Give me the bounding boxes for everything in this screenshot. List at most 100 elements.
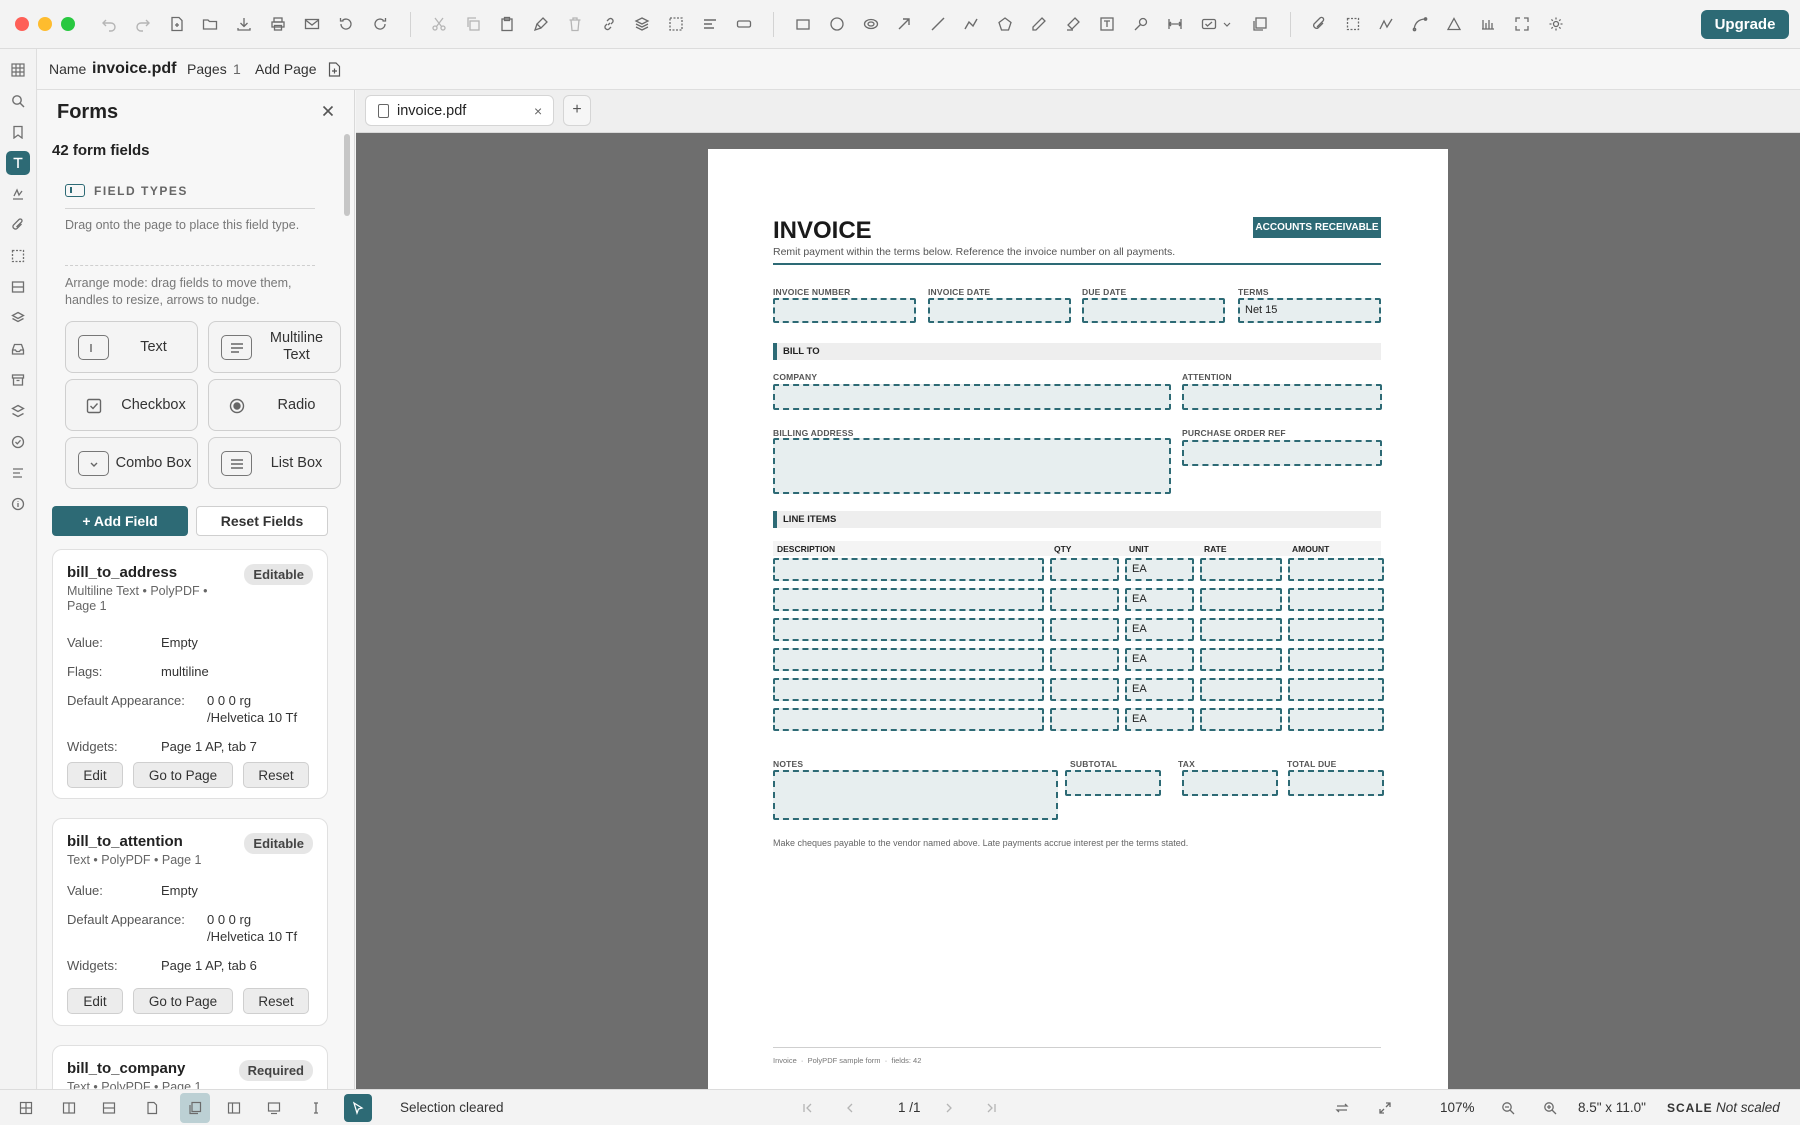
add-field-button[interactable]: + Add Field [52,506,188,536]
scroll-view-icon[interactable] [97,1096,121,1120]
bookmark-icon[interactable] [6,120,30,144]
undo-icon[interactable] [98,13,120,35]
line-item-amount-field[interactable] [1288,678,1384,701]
delete-icon[interactable] [564,13,586,35]
arrow-icon[interactable] [893,13,915,35]
reset-button[interactable]: Reset [243,988,309,1014]
field-type-list-box[interactable]: List Box [208,437,341,489]
notes-field[interactable] [773,770,1058,820]
field-card-bill-to-address[interactable]: bill_to_address Editable Multiline Text … [52,549,328,799]
line-item-rate-field[interactable] [1200,618,1282,641]
pointer-select-icon[interactable] [344,1094,372,1122]
continuous-page-icon[interactable] [180,1093,210,1123]
field-card-bill-to-company[interactable]: bill_to_company Required Text • PolyPDF … [52,1045,328,1089]
forms-text-icon[interactable] [6,151,30,175]
redo-icon[interactable] [132,13,154,35]
link-icon[interactable] [598,13,620,35]
line-item-qty-field[interactable] [1050,648,1119,671]
line-icon[interactable] [927,13,949,35]
two-page-view-icon[interactable] [57,1096,81,1120]
settings-gear-icon[interactable] [1545,13,1567,35]
line-item-qty-field[interactable] [1050,708,1119,731]
text-cursor-icon[interactable] [304,1096,328,1120]
triangle-icon[interactable] [1443,13,1465,35]
line-item-rate-field[interactable] [1200,558,1282,581]
line-item-description-field[interactable] [773,648,1044,671]
line-item-qty-field[interactable] [1050,558,1119,581]
open-folder-icon[interactable] [199,13,221,35]
line-item-amount-field[interactable] [1288,588,1384,611]
line-item-unit-field[interactable]: EA [1125,588,1194,611]
tax-field[interactable] [1182,770,1278,796]
add-page-icon[interactable] [328,62,341,77]
line-item-rate-field[interactable] [1200,648,1282,671]
info-icon[interactable] [6,492,30,516]
new-document-icon[interactable] [166,13,188,35]
ruler-icon[interactable] [1477,13,1499,35]
first-page-icon[interactable] [796,1096,820,1120]
field-type-text[interactable]: Text [65,321,198,373]
stamp-icon[interactable] [1130,13,1152,35]
fields-panel-icon[interactable] [6,275,30,299]
field-box-icon[interactable] [733,13,755,35]
company-field[interactable] [773,384,1171,410]
chevron-down-icon[interactable] [1222,13,1232,35]
mail-icon[interactable] [301,13,323,35]
pencil-icon[interactable] [1028,13,1050,35]
attachment-icon[interactable] [1308,13,1330,35]
reset-button[interactable]: Reset [243,762,309,788]
list-icon[interactable] [6,461,30,485]
field-card-bill-to-attention[interactable]: bill_to_attention Editable Text • PolyPD… [52,818,328,1026]
layers-icon[interactable] [631,13,653,35]
next-page-icon[interactable] [937,1096,961,1120]
file-name[interactable]: invoice.pdf [92,60,176,78]
layers-panel-icon[interactable] [6,306,30,330]
ellipse-icon[interactable] [826,13,848,35]
page-indicator[interactable]: 1 /1 [898,1100,921,1115]
presentation-icon[interactable] [262,1096,286,1120]
fit-width-icon[interactable] [1330,1096,1354,1120]
check-circle-icon[interactable] [6,430,30,454]
search-icon[interactable] [6,89,30,113]
image-edit-icon[interactable] [1249,13,1271,35]
line-item-qty-field[interactable] [1050,678,1119,701]
last-page-icon[interactable] [979,1096,1003,1120]
edit-button[interactable]: Edit [67,988,123,1014]
text-box-icon[interactable] [1096,13,1118,35]
copy-icon[interactable] [462,13,484,35]
reset-fields-button[interactable]: Reset Fields [196,506,328,536]
archive-icon[interactable] [6,368,30,392]
zoom-window-button[interactable] [61,17,75,31]
line-item-amount-field[interactable] [1288,558,1384,581]
document-canvas[interactable]: INVOICE Remit payment within the terms b… [356,133,1800,1089]
line-item-amount-field[interactable] [1288,648,1384,671]
polygon-icon[interactable] [994,13,1016,35]
format-brush-icon[interactable] [530,13,552,35]
due-date-field[interactable] [1082,298,1225,323]
panel-scrollbar[interactable] [344,134,350,216]
selection-panel-icon[interactable] [6,244,30,268]
single-page-icon[interactable] [140,1096,164,1120]
invoice-date-field[interactable] [928,298,1071,323]
pdf-page[interactable]: INVOICE Remit payment within the terms b… [708,149,1448,1089]
crop-icon[interactable] [1342,13,1364,35]
field-type-checkbox[interactable]: Checkbox [65,379,198,431]
cloud-icon[interactable] [860,13,882,35]
close-window-button[interactable] [15,17,29,31]
tab-close-icon[interactable]: × [534,103,542,119]
fullscreen-icon[interactable] [1511,13,1533,35]
signature-tool-icon[interactable] [6,182,30,206]
zoom-in-icon[interactable] [1538,1096,1562,1120]
field-type-multiline-text[interactable]: Multiline Text [208,321,341,373]
add-page-button[interactable]: Add Page [255,61,317,77]
line-item-unit-field[interactable]: EA [1125,618,1194,641]
billing-address-field[interactable] [773,438,1171,494]
purchase-order-ref-field[interactable] [1182,440,1382,466]
minimize-window-button[interactable] [38,17,52,31]
invoice-number-field[interactable] [773,298,916,323]
previous-page-icon[interactable] [838,1096,862,1120]
attention-field[interactable] [1182,384,1382,410]
print-icon[interactable] [267,13,289,35]
stack-icon[interactable] [6,399,30,423]
edit-button[interactable]: Edit [67,762,123,788]
